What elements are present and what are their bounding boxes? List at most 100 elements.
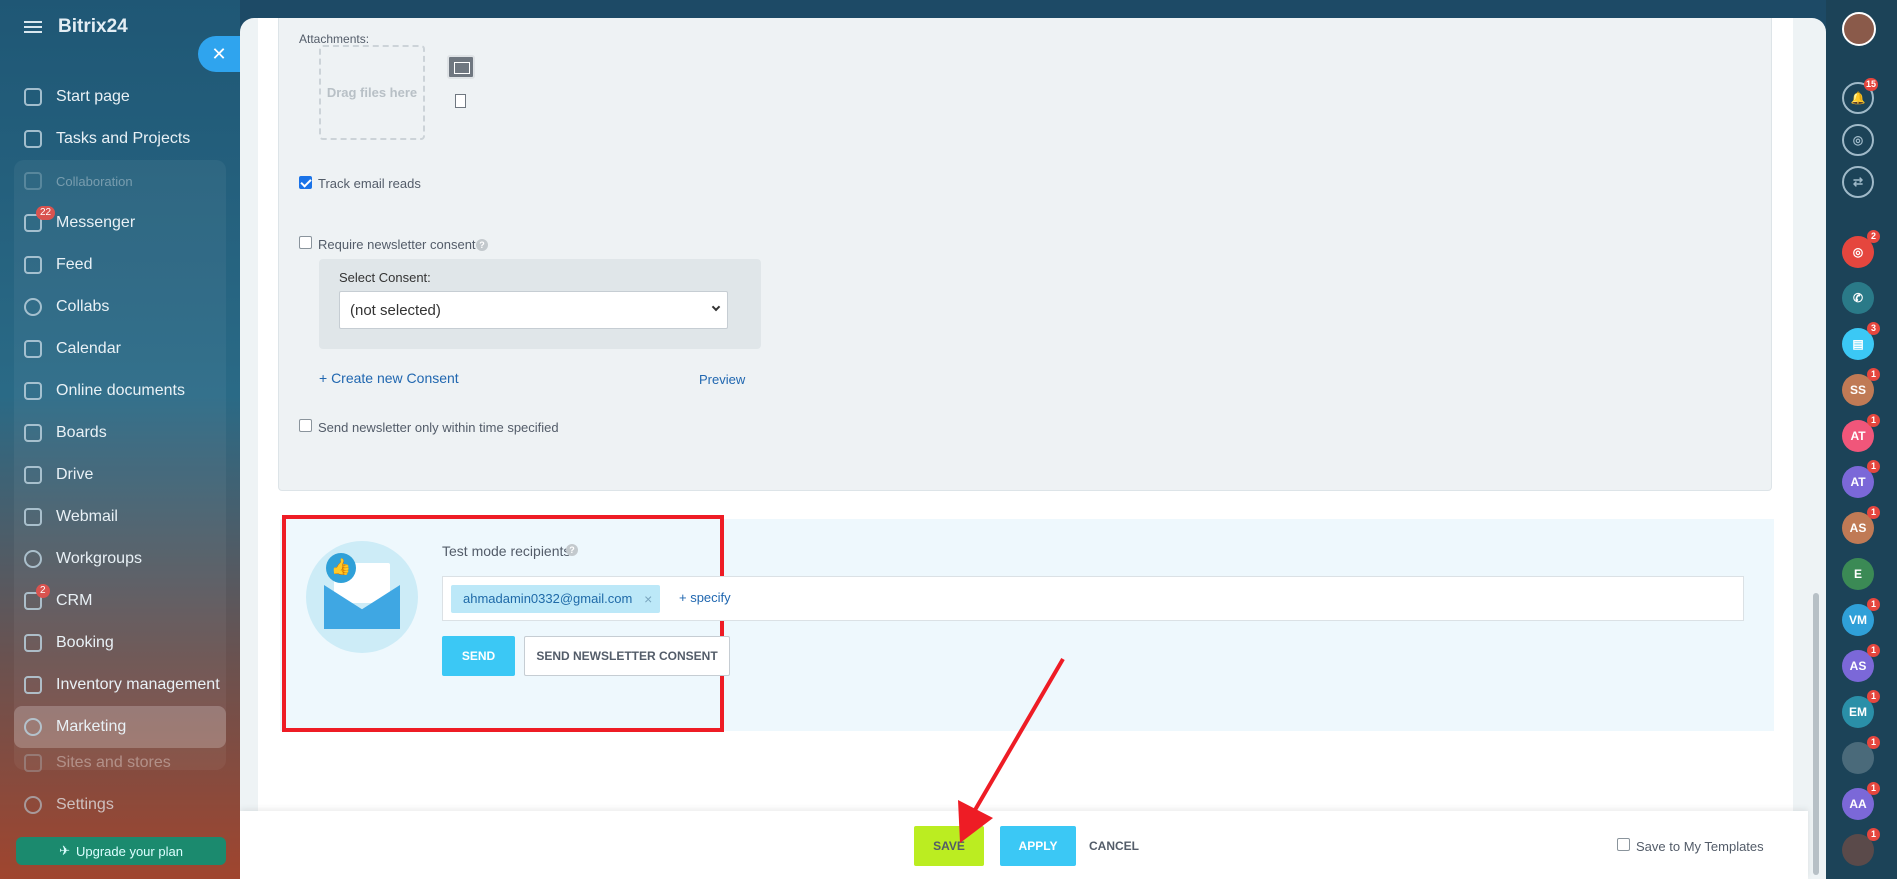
sidebar-item-messenger[interactable]: 22 Messenger [14, 202, 226, 244]
time-specified-label: Send newsletter only within time specifi… [318, 420, 559, 435]
sidebar-item-collabs[interactable]: Collabs [14, 286, 226, 328]
rail-user-avatar[interactable]: AT 1 [1842, 414, 1880, 452]
rail-user-avatar[interactable]: AT 1 [1842, 460, 1880, 498]
thumbs-up-icon: 👍 [326, 553, 356, 583]
help-icon[interactable]: ? [476, 239, 488, 251]
avatar-badge: 1 [1867, 690, 1880, 703]
sidebar-item-label: Webmail [56, 508, 118, 525]
mail-icon [24, 508, 42, 526]
sidebar-item-label: CRM [56, 592, 93, 609]
sidebar-header: Bitrix24 [24, 16, 128, 38]
attach-file-icon[interactable] [455, 94, 466, 108]
close-slider-button[interactable]: ✕ [198, 36, 240, 72]
sidebar-group-collaboration[interactable]: Collaboration [14, 160, 226, 202]
rail-user-avatar[interactable]: EM 1 [1842, 690, 1880, 728]
sidebar-item-sites[interactable]: Sites and stores [14, 748, 226, 778]
send-test-button[interactable]: SEND [442, 636, 515, 676]
checkbox-icon [24, 130, 42, 148]
avatar-badge: 1 [1867, 598, 1880, 611]
board-icon [24, 424, 42, 442]
chat-list-icon[interactable]: ⇄ [1842, 166, 1874, 198]
sidebar-item-webmail[interactable]: Webmail [14, 496, 226, 538]
sidebar-item-label: Inventory management [56, 676, 220, 693]
recipient-tag: ahmadamin0332@gmail.com × [451, 585, 661, 613]
sidebar-item-boards[interactable]: Boards [14, 412, 226, 454]
create-consent-link[interactable]: + Create new Consent [319, 370, 459, 386]
marketing-icon [24, 718, 42, 736]
select-consent-label: Select Consent: [339, 270, 431, 285]
document-icon [24, 382, 42, 400]
rail-user-avatar[interactable]: AS 1 [1842, 644, 1880, 682]
activity-icon[interactable]: ◎ [1842, 124, 1874, 156]
cancel-button[interactable]: CANCEL [1086, 826, 1142, 866]
rail-user-avatar[interactable]: AS 1 [1842, 506, 1880, 544]
close-icon: ✕ [211, 43, 227, 64]
sidebar-item-inventory[interactable]: Inventory management [14, 664, 226, 706]
notifications-icon[interactable]: 🔔 15 [1842, 78, 1878, 114]
rail-user-avatar[interactable]: VM 1 [1842, 598, 1880, 636]
recipient-email: ahmadamin0332@gmail.com [463, 591, 633, 606]
sidebar-item-tasks[interactable]: Tasks and Projects [14, 118, 226, 160]
feed-icon [24, 256, 42, 274]
user-avatar[interactable] [1842, 12, 1876, 46]
group-icon [24, 550, 42, 568]
rail-chat-blue[interactable]: ▤ 3 [1842, 322, 1880, 360]
sidebar-item-label: Boards [56, 424, 107, 441]
inventory-icon [24, 676, 42, 694]
apply-button[interactable]: APPLY [1000, 826, 1076, 866]
sidebar-item-feed[interactable]: Feed [14, 244, 226, 286]
save-button[interactable]: SAVE [914, 826, 984, 866]
sidebar-item-calendar[interactable]: Calendar [14, 328, 226, 370]
avatar-initials: AS [1849, 521, 1867, 535]
sidebar-item-start-page[interactable]: Start page [14, 76, 226, 118]
sidebar-item-crm[interactable]: 2 CRM [14, 580, 226, 622]
rail-user-avatar[interactable]: SS 1 [1842, 368, 1880, 406]
preview-link[interactable]: Preview [699, 372, 745, 387]
sidebar-item-label: Workgroups [56, 550, 142, 567]
require-consent-checkbox[interactable] [299, 236, 312, 249]
track-email-reads-label: Track email reads [318, 176, 421, 191]
brand-logo: Bitrix24 [58, 16, 128, 37]
track-email-reads-checkbox[interactable] [299, 176, 312, 189]
avatar-badge: 1 [1867, 736, 1880, 749]
sidebar-item-settings[interactable]: Settings [14, 784, 226, 826]
rail-badge: 3 [1867, 322, 1880, 335]
remove-recipient-icon[interactable]: × [644, 585, 652, 613]
avatar-badge: 1 [1867, 414, 1880, 427]
consent-select[interactable]: (not selected) [339, 291, 728, 329]
rail-user-avatar[interactable]: E [1842, 558, 1874, 590]
avatar-initials: AA [1849, 797, 1867, 811]
rail-user-avatar[interactable]: 1 [1842, 828, 1880, 866]
rail-user-avatar[interactable]: 1 [1842, 736, 1880, 774]
drag-files-zone[interactable]: Drag files here [319, 45, 425, 140]
sidebar-item-marketing[interactable]: Marketing [14, 706, 226, 748]
sidebar-item-label: Sites and stores [56, 754, 171, 771]
sidebar-item-workgroups[interactable]: Workgroups [14, 538, 226, 580]
rail-chat-red[interactable]: ◎ 2 [1842, 230, 1880, 268]
gear-icon [24, 796, 42, 814]
sidebar-item-label: Online documents [56, 382, 185, 399]
sidebar-item-label: Settings [56, 796, 114, 813]
insert-image-icon[interactable] [447, 55, 475, 79]
rail-user-avatar[interactable]: AA 1 [1842, 782, 1880, 820]
menu-icon[interactable] [24, 21, 42, 33]
help-icon[interactable]: ? [566, 544, 578, 556]
time-specified-checkbox[interactable] [299, 419, 312, 432]
drag-files-label: Drag files here [326, 85, 418, 100]
save-template-checkbox[interactable] [1617, 838, 1630, 851]
rail-call[interactable]: ✆ [1842, 282, 1874, 314]
save-template-label: Save to My Templates [1636, 839, 1764, 854]
specify-link[interactable]: + specify [679, 590, 731, 605]
sidebar-item-label: Messenger [56, 214, 136, 231]
upgrade-plan-button[interactable]: ✈ Upgrade your plan [16, 837, 226, 865]
sidebar-item-label: Start page [56, 88, 130, 105]
require-consent-label: Require newsletter consent [318, 237, 476, 252]
test-mode-section: 👍 Test mode recipients ? ahmadamin0332@g… [280, 515, 1774, 732]
sidebar-item-online-documents[interactable]: Online documents [14, 370, 226, 412]
test-recipients-field[interactable]: ahmadamin0332@gmail.com × + specify [442, 576, 1744, 621]
scrollbar[interactable] [1813, 593, 1819, 875]
sidebar-item-booking[interactable]: Booking [14, 622, 226, 664]
notifications-badge: 15 [1863, 78, 1878, 91]
sidebar-item-drive[interactable]: Drive [14, 454, 226, 496]
send-consent-button[interactable]: SEND NEWSLETTER CONSENT [524, 636, 730, 676]
